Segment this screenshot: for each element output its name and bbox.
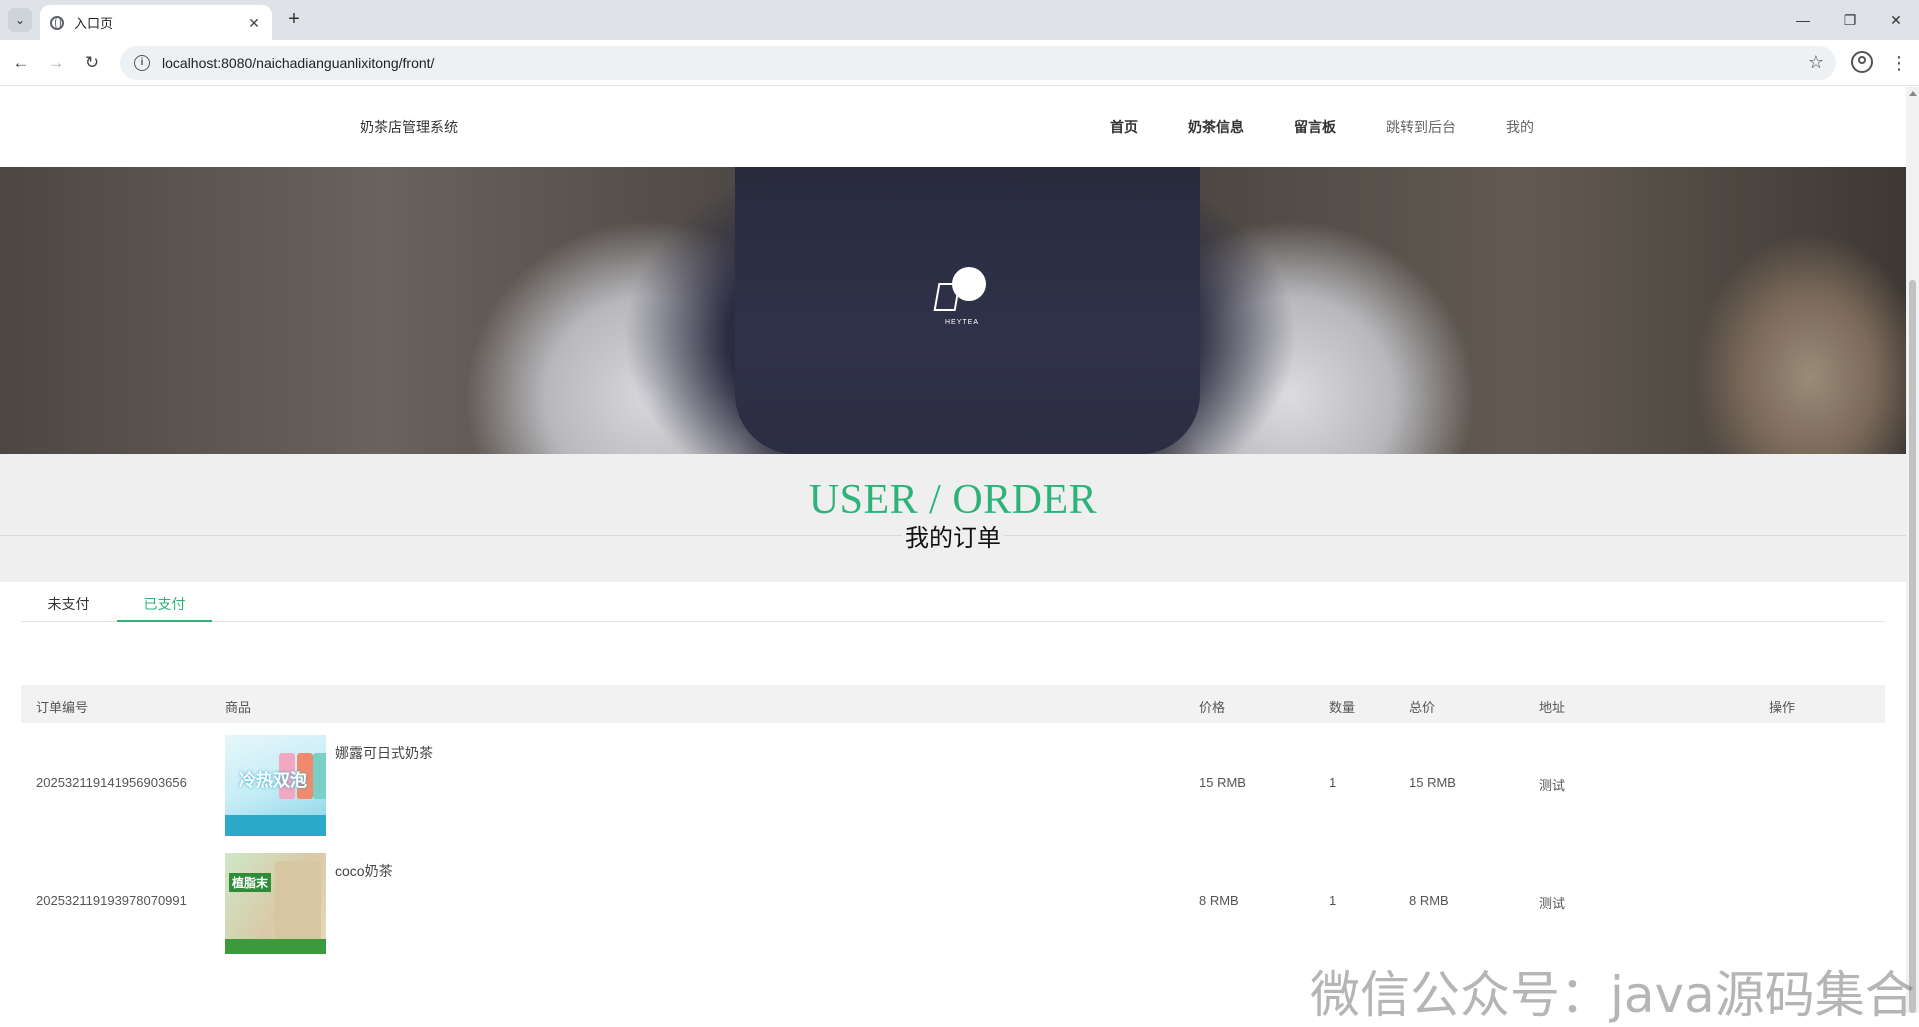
nav-admin[interactable]: 跳转到后台 [1386,117,1456,137]
product-image-text: 冷热双泡 [239,771,307,790]
total-price: 15 RMB [1409,775,1456,790]
product-image[interactable]: 植脂末 [225,853,326,954]
address: 测试 [1539,778,1566,793]
section-title-en: USER / ORDER [808,477,1098,523]
price: 15 RMB [1199,775,1246,790]
reload-icon[interactable]: ↻ [80,51,104,75]
chevron-down-icon[interactable]: ⌄ [8,8,32,32]
kebab-icon[interactable]: ⋮ [1890,51,1908,75]
restore-icon[interactable]: ❐ [1827,0,1873,40]
header-price: 价格 [1199,700,1226,715]
arrow-right-icon[interactable]: → [44,51,68,75]
header-goods: 商品 [225,700,252,715]
scroll-up-icon[interactable] [1909,91,1917,96]
window-close-icon[interactable]: ✕ [1873,0,1919,40]
page-content: 奶茶店管理系统 首页 奶茶信息 留言板 跳转到后台 我的 HEYTEA USER… [0,87,1906,1013]
order-table: 订单编号 商品 价格 数量 总价 地址 操作 20253211914195690… [21,685,1885,959]
hero-banner: HEYTEA [0,167,1906,454]
plus-icon[interactable]: + [282,8,306,32]
address: 测试 [1539,896,1566,911]
logo-text: HEYTEA [944,319,979,326]
arrow-left-icon[interactable]: ← [9,51,33,75]
header-total: 总价 [1409,700,1436,715]
nav-home[interactable]: 首页 [1110,117,1138,137]
star-icon[interactable]: ☆ [1808,52,1824,73]
price: 8 RMB [1199,893,1239,908]
nav-mine[interactable]: 我的 [1506,117,1534,137]
nav-milk-tea-info[interactable]: 奶茶信息 [1188,117,1244,137]
heytea-logo: HEYTEA [930,267,990,339]
site-header: 奶茶店管理系统 首页 奶茶信息 留言板 跳转到后台 我的 [0,87,1906,167]
tab-title: 入口页 [74,16,114,31]
nav-message-board[interactable]: 留言板 [1294,117,1336,137]
order-tabs: 未支付 已支付 [21,592,1885,622]
quantity: 1 [1329,893,1337,908]
header-order-no: 订单编号 [36,700,89,715]
table-row: 202532119141956903656 冷热双泡 娜露可日式奶茶 15 RM… [21,723,1885,841]
browser-tab[interactable]: 入口页 ✕ [40,5,272,40]
order-no: 202532119141956903656 [36,775,187,790]
section-title-zh: 我的订单 [902,518,1004,553]
product-image[interactable]: 冷热双泡 [225,735,326,836]
close-icon[interactable]: ✕ [246,15,262,31]
table-row: 202532119193978070991 植脂末 coco奶茶 8 RMB 1… [21,841,1885,959]
site-title[interactable]: 奶茶店管理系统 [360,117,458,137]
site-nav: 首页 奶茶信息 留言板 跳转到后台 我的 [1110,117,1584,137]
tab-paid[interactable]: 已支付 [117,592,212,622]
header-action: 操作 [1769,700,1796,715]
header-address: 地址 [1539,700,1566,715]
info-icon[interactable]: i [134,55,150,71]
product-name[interactable]: 娜露可日式奶茶 [335,743,433,763]
profile-icon[interactable] [1851,51,1873,73]
scrollbar-thumb[interactable] [1909,280,1916,1013]
table-header: 订单编号 商品 价格 数量 总价 地址 操作 [21,685,1885,723]
watermark-text: 微信公众号：java源码集合 [1310,966,1915,1024]
order-no: 202532119193978070991 [36,893,187,908]
minimize-icon[interactable]: — [1780,0,1826,40]
url-text[interactable]: localhost:8080/naichadianguanlixitong/fr… [162,55,434,71]
browser-tab-bar: ⌄ 入口页 ✕ + — ❐ ✕ [0,0,1919,40]
address-bar: ← → ↻ i localhost:8080/naichadianguanlix… [0,40,1919,86]
quantity: 1 [1329,775,1337,790]
page-scrollbar[interactable] [1906,87,1919,1013]
product-name[interactable]: coco奶茶 [335,861,393,881]
product-image-text: 植脂末 [229,873,272,892]
order-section-header: USER / ORDER 我的订单 [0,454,1906,582]
total-price: 8 RMB [1409,893,1449,908]
url-input[interactable]: i localhost:8080/naichadianguanlixitong/… [120,46,1836,80]
header-qty: 数量 [1329,700,1356,715]
globe-icon [50,15,64,30]
tab-unpaid[interactable]: 未支付 [21,592,116,622]
